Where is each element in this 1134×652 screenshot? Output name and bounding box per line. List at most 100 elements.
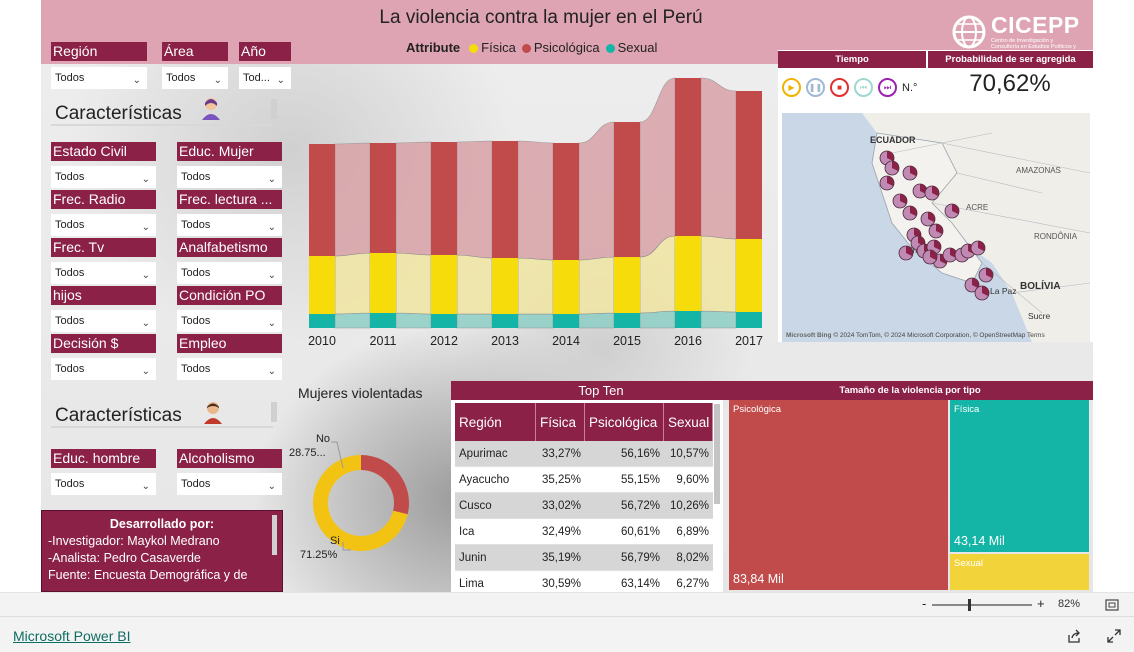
col-header-psicologica[interactable]: Psicológica — [585, 403, 664, 441]
map-pie-marker[interactable] — [978, 267, 994, 283]
map-pie-marker[interactable] — [928, 223, 944, 239]
map-pie-marker[interactable] — [879, 175, 895, 191]
table-cell: Apurimac — [459, 447, 508, 460]
donut-value-si: 71.25% — [300, 549, 338, 561]
legend-item-sexual[interactable]: Sexual — [605, 40, 657, 55]
pause-icon[interactable]: ❚❚ — [806, 78, 825, 97]
col-header-region[interactable]: Región — [455, 403, 536, 441]
map-pie-marker[interactable] — [974, 285, 990, 301]
slicer-dropdown[interactable]: Todos ⌄ — [177, 214, 282, 236]
slicer-anio-dropdown[interactable]: Tod... ⌄ — [239, 67, 291, 89]
slicer-dropdown[interactable]: Todos ⌄ — [177, 310, 282, 332]
probabilidad-value: 70,62% — [969, 70, 1051, 97]
bar-física-2015[interactable] — [614, 257, 640, 313]
bar-sexual-2012[interactable] — [431, 314, 457, 328]
bar-sexual-2013[interactable] — [492, 314, 518, 328]
bar-psicológica-2010[interactable] — [309, 144, 335, 256]
donut-slice-no[interactable] — [361, 455, 409, 515]
bar-sexual-2014[interactable] — [553, 314, 579, 328]
bar-psicológica-2014[interactable] — [553, 143, 579, 260]
bar-sexual-2016[interactable] — [675, 311, 701, 328]
table-scrollbar[interactable] — [714, 404, 720, 504]
table-row[interactable]: Junin 35,19% 56,79% 8,02% — [455, 545, 713, 571]
fit-page-icon[interactable] — [1105, 599, 1119, 611]
scrollbar[interactable] — [272, 515, 277, 555]
table-row[interactable]: Cusco 33,02% 56,72% 10,26% — [455, 493, 713, 519]
zoom-slider-thumb[interactable] — [968, 599, 971, 611]
chevron-down-icon: ⌄ — [141, 318, 150, 329]
bar-física-2010[interactable] — [309, 256, 335, 314]
bar-física-2014[interactable] — [553, 260, 579, 314]
treemap-psicologica[interactable]: Psicológica 83,84 Mil — [729, 400, 948, 590]
map-pie-marker[interactable] — [902, 205, 918, 221]
slicer-dropdown[interactable]: Todos ⌄ — [51, 310, 156, 332]
chevron-down-icon: ⌄ — [141, 174, 150, 185]
slicer-dropdown[interactable]: Todos ⌄ — [51, 262, 156, 284]
bar-física-2013[interactable] — [492, 258, 518, 314]
map-pie-marker[interactable] — [884, 160, 900, 176]
zoom-in-button[interactable]: + — [1037, 596, 1045, 611]
col-header-fisica[interactable]: Física — [536, 403, 585, 441]
treemap-fisica[interactable]: Física 43,14 Mil — [950, 400, 1089, 552]
slicer-label: Analfabetismo — [177, 238, 282, 257]
map-pie-marker[interactable] — [920, 211, 936, 227]
bar-física-2017[interactable] — [736, 239, 762, 312]
bar-psicológica-2016[interactable] — [675, 78, 701, 236]
power-bi-link[interactable]: Microsoft Power BI — [13, 628, 130, 644]
bar-psicológica-2017[interactable] — [736, 91, 762, 239]
slicer-area-dropdown[interactable]: Todos ⌄ — [162, 67, 228, 89]
bar-psicológica-2011[interactable] — [370, 143, 396, 253]
col-header-sexual[interactable]: Sexual — [664, 403, 713, 441]
slicer-dropdown[interactable]: Todos ⌄ — [51, 166, 156, 188]
map-pie-marker[interactable] — [924, 185, 940, 201]
table-cell: Cusco — [459, 499, 492, 512]
fullscreen-icon[interactable] — [1107, 629, 1121, 643]
scrollbar[interactable] — [271, 402, 277, 422]
table-row[interactable]: Lima 30,59% 63,14% 6,27% — [455, 571, 713, 592]
bar-sexual-2017[interactable] — [736, 312, 762, 328]
share-icon[interactable] — [1067, 629, 1081, 643]
map-pie-marker[interactable] — [902, 165, 918, 181]
treemap-sexual[interactable]: Sexual — [950, 554, 1089, 590]
map-pie-marker[interactable] — [922, 249, 938, 265]
slicer-label: Frec. Radio — [51, 190, 156, 209]
slicer-dropdown[interactable]: Todos ⌄ — [177, 262, 282, 284]
stop-icon[interactable]: ■ — [830, 78, 849, 97]
table-cell: 33,02% — [541, 499, 581, 512]
table-row[interactable]: Ica 32,49% 60,61% 6,89% — [455, 519, 713, 545]
zoom-out-button[interactable]: - — [922, 596, 926, 611]
map-pie-marker[interactable] — [970, 240, 986, 256]
slicer-region-dropdown[interactable]: Todos ⌄ — [51, 67, 147, 89]
map-pie-marker[interactable] — [892, 193, 908, 209]
slicer-dropdown[interactable]: Todos ⌄ — [51, 214, 156, 236]
legend-item-psicologica[interactable]: Psicológica — [521, 40, 600, 55]
map-pie-marker[interactable] — [898, 245, 914, 261]
bar-psicológica-2013[interactable] — [492, 141, 518, 258]
next-icon[interactable]: ⏭ — [878, 78, 897, 97]
bar-sexual-2010[interactable] — [309, 314, 335, 328]
bar-sexual-2015[interactable] — [614, 313, 640, 328]
bar-sexual-2011[interactable] — [370, 313, 396, 328]
bar-psicológica-2015[interactable] — [614, 122, 640, 257]
slicer-dropdown[interactable]: Todos ⌄ — [177, 166, 282, 188]
map-pie-marker[interactable] — [944, 203, 960, 219]
x-tick-label: 2010 — [308, 334, 336, 348]
bar-psicológica-2012[interactable] — [431, 142, 457, 255]
slicer-dropdown[interactable]: Todos ⌄ — [177, 358, 282, 380]
slicer-dropdown[interactable]: Todos ⌄ — [51, 358, 156, 380]
table-row[interactable]: Apurimac 33,27% 56,16% 10,57% — [455, 441, 713, 467]
previous-icon[interactable]: ⏮ — [854, 78, 873, 97]
bar-física-2016[interactable] — [675, 236, 701, 311]
peru-map[interactable]: ECUADOR AMAZONAS ACRE RONDÔNIA BOLÍVIA L… — [782, 113, 1090, 342]
bar-física-2012[interactable] — [431, 255, 457, 314]
play-icon[interactable]: ▶ — [782, 78, 801, 97]
play-axis-controls: ▶ ❚❚ ■ ⏮ ⏭ N.° — [782, 78, 917, 97]
bar-física-2011[interactable] — [370, 253, 396, 313]
table-row[interactable]: Ayacucho 35,25% 55,15% 9,60% — [455, 467, 713, 493]
section-title-women: Características — [55, 103, 182, 124]
slicer-educ-hombre-dropdown[interactable]: Todos ⌄ — [51, 473, 156, 495]
zoom-slider[interactable] — [932, 599, 1032, 611]
legend-item-fisica[interactable]: Física — [469, 40, 516, 55]
slicer-alcoholismo-dropdown[interactable]: Todos ⌄ — [177, 473, 282, 495]
scrollbar[interactable] — [271, 99, 277, 119]
